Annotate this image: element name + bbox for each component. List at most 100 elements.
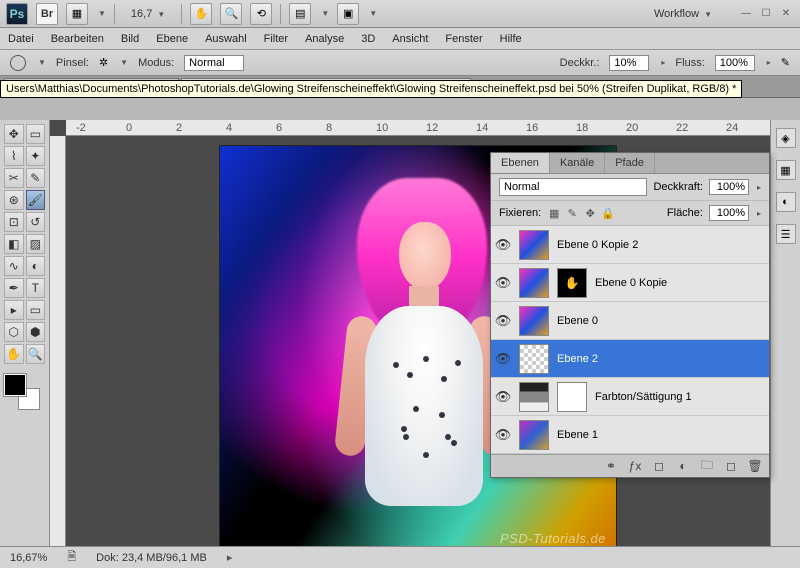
arrange-docs-icon[interactable]: ▤ — [289, 3, 311, 25]
menu-analyse[interactable]: Analyse — [305, 33, 344, 45]
bridge-icon[interactable]: Br — [36, 3, 58, 25]
layer-row[interactable]: 👁Ebene 1 — [491, 416, 769, 454]
gradient-tool[interactable]: ▨ — [26, 234, 46, 254]
lock-all-icon[interactable]: 🔒 — [601, 207, 615, 220]
layer-visibility-icon[interactable]: 👁 — [491, 313, 515, 329]
layer-name[interactable]: Farbton/Sättigung 1 — [591, 391, 769, 403]
shape-tool[interactable]: ▭ — [26, 300, 46, 320]
layer-blend-mode-select[interactable]: Normal — [499, 178, 647, 196]
layer-name[interactable]: Ebene 0 Kopie — [591, 277, 769, 289]
layer-row[interactable]: 👁 Ebene 0 — [491, 302, 769, 340]
layer-row[interactable]: 👁 Ebene 0 Kopie 2 — [491, 226, 769, 264]
delete-layer-icon[interactable]: 🗑 — [747, 458, 763, 474]
adjustment-layer-icon[interactable]: ◐ — [675, 458, 691, 474]
layer-visibility-icon[interactable]: 👁 — [491, 237, 515, 253]
chevron-down-icon[interactable]: ▼ — [98, 9, 106, 18]
layer-mask-icon[interactable]: ◻ — [651, 458, 667, 474]
layer-thumbnail[interactable] — [519, 230, 549, 260]
layer-visibility-icon[interactable]: 👁 — [491, 389, 515, 405]
blur-tool[interactable]: ∿ — [4, 256, 24, 276]
layer-thumbnail[interactable] — [519, 382, 549, 412]
history-brush-tool[interactable]: ↺ — [26, 212, 46, 232]
chevron-down-icon[interactable]: ▼ — [369, 9, 377, 18]
swatches-panel-icon[interactable]: ▦ — [776, 160, 796, 180]
status-zoom[interactable]: 16,67% — [10, 552, 47, 564]
minimize-icon[interactable]: — — [738, 6, 754, 22]
maximize-icon[interactable]: ☐ — [758, 6, 774, 22]
hand-tool-icon[interactable]: ✋ — [190, 3, 212, 25]
healing-tool[interactable]: ⊛ — [4, 190, 24, 210]
eraser-tool[interactable]: ◧ — [4, 234, 24, 254]
new-layer-icon[interactable]: ◻ — [723, 458, 739, 474]
layer-name[interactable]: Ebene 0 — [553, 315, 769, 327]
path-select-tool[interactable]: ▸ — [4, 300, 24, 320]
layer-fill-input[interactable]: 100% — [709, 205, 749, 221]
layer-thumbnail[interactable] — [557, 382, 587, 412]
chevron-right-icon[interactable]: ▸ — [227, 551, 233, 564]
new-group-icon[interactable]: 🗀 — [699, 458, 715, 474]
menu-hilfe[interactable]: Hilfe — [500, 33, 522, 45]
tab-ebenen[interactable]: Ebenen — [491, 153, 550, 173]
chevron-down-icon[interactable]: ▸ — [767, 58, 771, 67]
zoom-tool[interactable]: 🔍 — [26, 344, 46, 364]
flow-input[interactable]: 100% — [715, 55, 755, 71]
vertical-ruler[interactable] — [50, 136, 66, 546]
eyedropper-tool[interactable]: ✎ — [26, 168, 46, 188]
zoom-level-display[interactable]: 16,7 ▼ — [131, 8, 165, 20]
rotate-view-icon[interactable]: ⟲ — [250, 3, 272, 25]
blend-mode-select[interactable]: Normal — [184, 55, 244, 71]
layer-name[interactable]: Ebene 1 — [553, 429, 769, 441]
layer-thumbnail[interactable] — [519, 268, 549, 298]
horizontal-ruler[interactable]: -2024681012141618202224 — [66, 120, 770, 136]
layer-row[interactable]: 👁 Farbton/Sättigung 1 — [491, 378, 769, 416]
zoom-tool-icon[interactable]: 🔍 — [220, 3, 242, 25]
viewmode-icon[interactable]: ▦ — [66, 3, 88, 25]
layers-panel-icon[interactable]: ☰ — [776, 224, 796, 244]
layer-row[interactable]: 👁Ebene 2 — [491, 340, 769, 378]
opacity-input[interactable]: 10% — [609, 55, 649, 71]
menu-ebene[interactable]: Ebene — [156, 33, 188, 45]
ps-logo-icon[interactable]: Ps — [6, 3, 28, 25]
type-tool[interactable]: T — [26, 278, 46, 298]
tab-kanaele[interactable]: Kanäle — [550, 153, 605, 173]
quick-select-tool[interactable]: ✦ — [26, 146, 46, 166]
layer-thumbnail[interactable] — [519, 306, 549, 336]
menu-datei[interactable]: Datei — [8, 33, 34, 45]
menu-auswahl[interactable]: Auswahl — [205, 33, 247, 45]
crop-tool[interactable]: ✂ — [4, 168, 24, 188]
color-panel-icon[interactable]: ◈ — [776, 128, 796, 148]
menu-bild[interactable]: Bild — [121, 33, 139, 45]
screen-mode-icon[interactable]: ▣ — [337, 3, 359, 25]
chevron-down-icon[interactable]: ▸ — [661, 58, 665, 67]
dodge-tool[interactable]: ◐ — [26, 256, 46, 276]
layer-thumbnail[interactable] — [519, 420, 549, 450]
close-icon[interactable]: ✕ — [778, 6, 794, 22]
layer-style-icon[interactable]: ƒx — [627, 458, 643, 474]
color-swatches[interactable] — [4, 374, 40, 410]
layer-name[interactable]: Ebene 0 Kopie 2 — [553, 239, 769, 251]
chevron-right-icon[interactable]: ▸ — [757, 209, 761, 218]
stamp-tool[interactable]: ⊡ — [4, 212, 24, 232]
adjustments-panel-icon[interactable]: ◐ — [776, 192, 796, 212]
menu-ansicht[interactable]: Ansicht — [392, 33, 428, 45]
lock-transparency-icon[interactable]: ▦ — [547, 207, 561, 220]
move-tool[interactable]: ✥ — [4, 124, 24, 144]
chevron-down-icon[interactable]: ▼ — [120, 58, 128, 67]
tool-preset-icon[interactable] — [10, 55, 26, 71]
brush-tool[interactable]: 🖌 — [26, 190, 46, 210]
hand-tool[interactable]: ✋ — [4, 344, 24, 364]
file-info-icon[interactable]: 🗎 — [67, 548, 76, 567]
menu-filter[interactable]: Filter — [264, 33, 288, 45]
menu-3d[interactable]: 3D — [361, 33, 375, 45]
tab-pfade[interactable]: Pfade — [605, 153, 655, 173]
workspace-switcher[interactable]: Workflow ▼ — [644, 5, 722, 23]
brush-preview-icon[interactable]: ✲ — [99, 56, 108, 69]
menu-fenster[interactable]: Fenster — [445, 33, 482, 45]
layer-thumbnail[interactable] — [557, 268, 587, 298]
chevron-right-icon[interactable]: ▸ — [757, 183, 761, 192]
layer-visibility-icon[interactable]: 👁 — [491, 275, 515, 291]
layer-opacity-input[interactable]: 100% — [709, 179, 749, 195]
layer-row[interactable]: 👁 Ebene 0 Kopie — [491, 264, 769, 302]
menu-bearbeiten[interactable]: Bearbeiten — [51, 33, 104, 45]
chevron-down-icon[interactable]: ▼ — [321, 9, 329, 18]
